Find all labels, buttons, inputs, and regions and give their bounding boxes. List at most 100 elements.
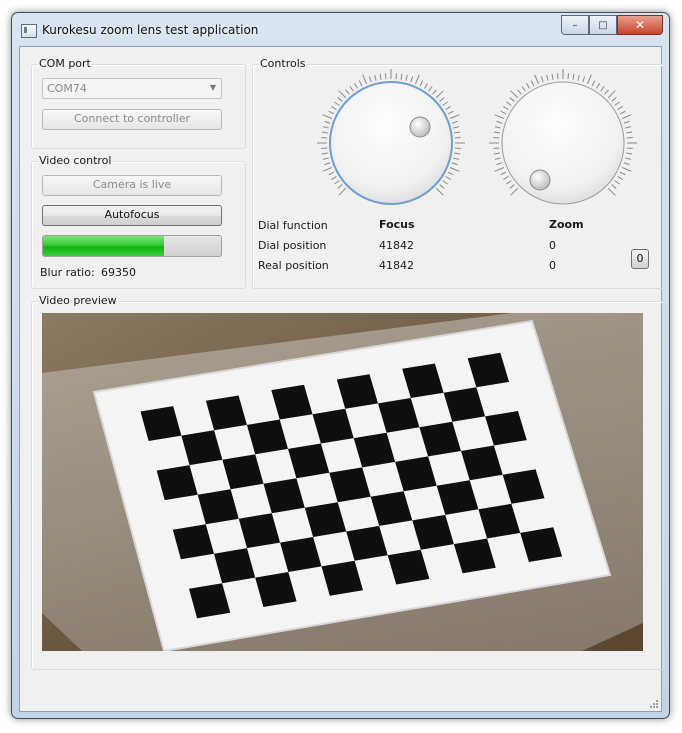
dial-tick [625, 126, 632, 129]
autofocus-button[interactable]: Autofocus [42, 205, 222, 226]
dial-tick [322, 157, 329, 160]
zoom-dial-knob [529, 169, 551, 191]
dial-tick [379, 73, 382, 80]
title-bar[interactable]: Kurokesu zoom lens test application – □ … [12, 13, 669, 46]
dial-tick [453, 126, 460, 129]
dial-tick [451, 162, 458, 166]
dial-tick [591, 80, 596, 87]
dial-tick [353, 83, 358, 89]
dial-tick [510, 90, 519, 99]
zoom-dial-face [501, 81, 625, 205]
dial-tick [607, 90, 616, 99]
dial-tick [625, 157, 632, 160]
dial-tick [623, 162, 630, 166]
dial-tick [540, 76, 544, 83]
dial-tick [349, 86, 354, 92]
dial-position-label: Dial position [258, 239, 327, 252]
dial-tick [334, 101, 340, 106]
maximize-icon: □ [598, 19, 608, 31]
controls-group: Controls Dial function Focus Zoom Dial p… [252, 57, 664, 289]
dial-tick [322, 126, 329, 129]
dial-tick [415, 74, 420, 85]
dial-tick [496, 162, 503, 166]
dial-function-label: Dial function [258, 219, 328, 232]
video-preview-frame [42, 313, 643, 651]
focus-dial-knob [409, 116, 431, 138]
com-port-group-title: COM port [38, 57, 92, 70]
dial-tick [596, 83, 601, 89]
dial-tick [587, 74, 592, 85]
dial-tick [517, 89, 522, 95]
dial-tick [322, 114, 333, 119]
focus-dial-face [329, 81, 453, 205]
dial-tick [506, 101, 512, 106]
minimize-button[interactable]: – [561, 15, 589, 35]
zoom-function-name: Zoom [549, 218, 584, 231]
dial-tick [435, 187, 444, 196]
dial-tick [445, 176, 451, 181]
controls-group-title: Controls [259, 57, 307, 70]
dial-tick [435, 90, 444, 99]
close-button[interactable]: ✕ [617, 15, 663, 35]
dial-tick [368, 76, 372, 83]
chevron-down-icon: ▼ [209, 83, 216, 92]
dial-tick [337, 97, 343, 102]
dial-tick [600, 86, 605, 92]
zoom-real-position: 0 [549, 259, 556, 272]
dial-tick [621, 167, 632, 172]
dial-tick [496, 120, 503, 124]
dial-tick [345, 89, 350, 95]
dial-tick [621, 114, 632, 119]
focus-dial[interactable] [311, 67, 471, 217]
dial-tick [442, 180, 448, 185]
zoom-dial-position: 0 [549, 239, 556, 252]
zoom-dial[interactable] [483, 67, 643, 217]
dial-tick [449, 114, 460, 119]
dial-tick [611, 97, 617, 102]
resize-grip-icon[interactable] [649, 699, 659, 709]
dial-tick [506, 180, 512, 185]
zero-reset-button[interactable]: 0 [631, 249, 649, 269]
focus-dial-position: 41842 [379, 239, 414, 252]
dial-tick [321, 131, 328, 134]
app-icon[interactable] [21, 24, 37, 38]
com-port-select[interactable]: COM74 ▼ [42, 78, 222, 99]
dial-tick [534, 74, 539, 85]
blur-ratio-label: Blur ratio: [40, 266, 95, 279]
dial-tick [500, 110, 507, 115]
focus-real-position: 41842 [379, 259, 414, 272]
dial-tick [374, 74, 377, 81]
app-window: Kurokesu zoom lens test application – □ … [11, 12, 670, 719]
dial-tick [626, 131, 633, 134]
dial-tick [510, 187, 519, 196]
maximize-button[interactable]: □ [589, 15, 617, 35]
com-port-value: COM74 [47, 82, 87, 95]
dial-tick [500, 171, 507, 176]
camera-live-button[interactable]: Camera is live [42, 175, 222, 196]
blur-ratio-value: 69350 [101, 266, 136, 279]
dial-tick [445, 105, 451, 110]
dial-tick [626, 152, 633, 155]
dial-tick [619, 171, 626, 176]
video-preview-group-title: Video preview [38, 294, 118, 307]
dial-tick [331, 105, 337, 110]
video-preview-group: Video preview [31, 294, 664, 670]
dial-tick [338, 187, 347, 196]
dial-tick [530, 80, 535, 87]
dial-tick [362, 74, 367, 85]
dial-tick [494, 126, 501, 129]
dial-tick [324, 120, 331, 124]
dial-tick [405, 74, 408, 81]
dial-tick [494, 114, 505, 119]
dial-tick [331, 176, 337, 181]
dial-tick [400, 73, 403, 80]
dial-tick [509, 97, 515, 102]
dial-tick [334, 180, 340, 185]
dial-tick [328, 171, 335, 176]
dial-tick [454, 131, 461, 134]
com-port-group: COM port COM74 ▼ Connect to controller [31, 57, 246, 149]
dial-tick [611, 184, 617, 189]
dial-tick [358, 80, 363, 87]
connect-button[interactable]: Connect to controller [42, 109, 222, 130]
client-area: COM port COM74 ▼ Connect to controller V… [19, 46, 664, 712]
